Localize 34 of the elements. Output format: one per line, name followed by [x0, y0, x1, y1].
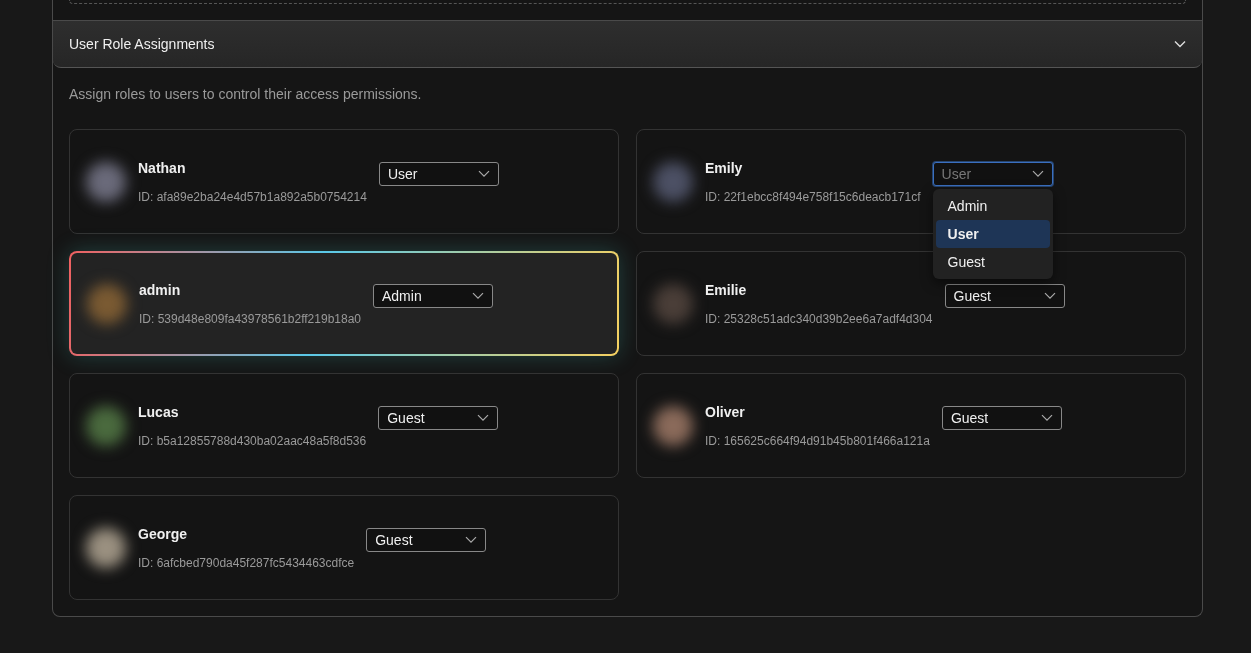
user-id: ID: 165625c664f94d91b45b801f466a121a: [705, 433, 930, 448]
chevron-down-icon: [477, 169, 490, 178]
chevron-down-icon: [465, 535, 478, 544]
user-name: Emilie: [705, 281, 748, 298]
user-id: ID: b5a12855788d430ba02aac48a5f8d536: [138, 433, 367, 448]
chevron-down-icon: [1040, 413, 1053, 422]
role-select[interactable]: Guest: [378, 405, 499, 430]
chevron-down-icon: [477, 413, 490, 422]
user-name: Emily: [705, 159, 744, 176]
role-select[interactable]: Guest: [366, 527, 487, 552]
role-select[interactable]: User: [378, 161, 499, 186]
section-description: Assign roles to users to control their access permissions.: [69, 86, 423, 102]
user-name: Oliver: [705, 403, 746, 420]
user-id: ID: 25328c51adc340d39b2ee6a7adf4d304: [705, 311, 933, 326]
role-option[interactable]: Admin: [935, 191, 1050, 220]
user-id: ID: 22f1ebcc8f494e758f15c6deacb171cf: [705, 189, 921, 204]
user-id: ID: 539d48e809fa43978561b2ff219b18a0: [139, 311, 361, 326]
chevron-down-icon: [1031, 169, 1044, 178]
user-name: George: [138, 525, 188, 542]
role-select[interactable]: Admin: [373, 283, 493, 308]
role-select[interactable]: Guest: [944, 283, 1065, 308]
role-select[interactable]: User: [932, 161, 1053, 186]
role-option[interactable]: User: [935, 219, 1050, 248]
user-name: admin: [139, 281, 182, 298]
user-id: ID: 6afcbed790da45f287fc5434463cdfce: [138, 555, 355, 570]
chevron-down-icon: [1043, 291, 1056, 300]
chevron-down-icon: [472, 291, 484, 300]
user-id: ID: afa89e2ba24e4d57b1a892a5b0754214: [138, 189, 367, 204]
role-select[interactable]: Guest: [941, 405, 1062, 430]
user-name: Lucas: [138, 403, 180, 420]
role-option[interactable]: Guest: [935, 247, 1050, 276]
user-name: Nathan: [138, 159, 187, 176]
section-header[interactable]: User Role Assignments: [53, 20, 1202, 68]
chevron-icon: [1174, 40, 1186, 48]
